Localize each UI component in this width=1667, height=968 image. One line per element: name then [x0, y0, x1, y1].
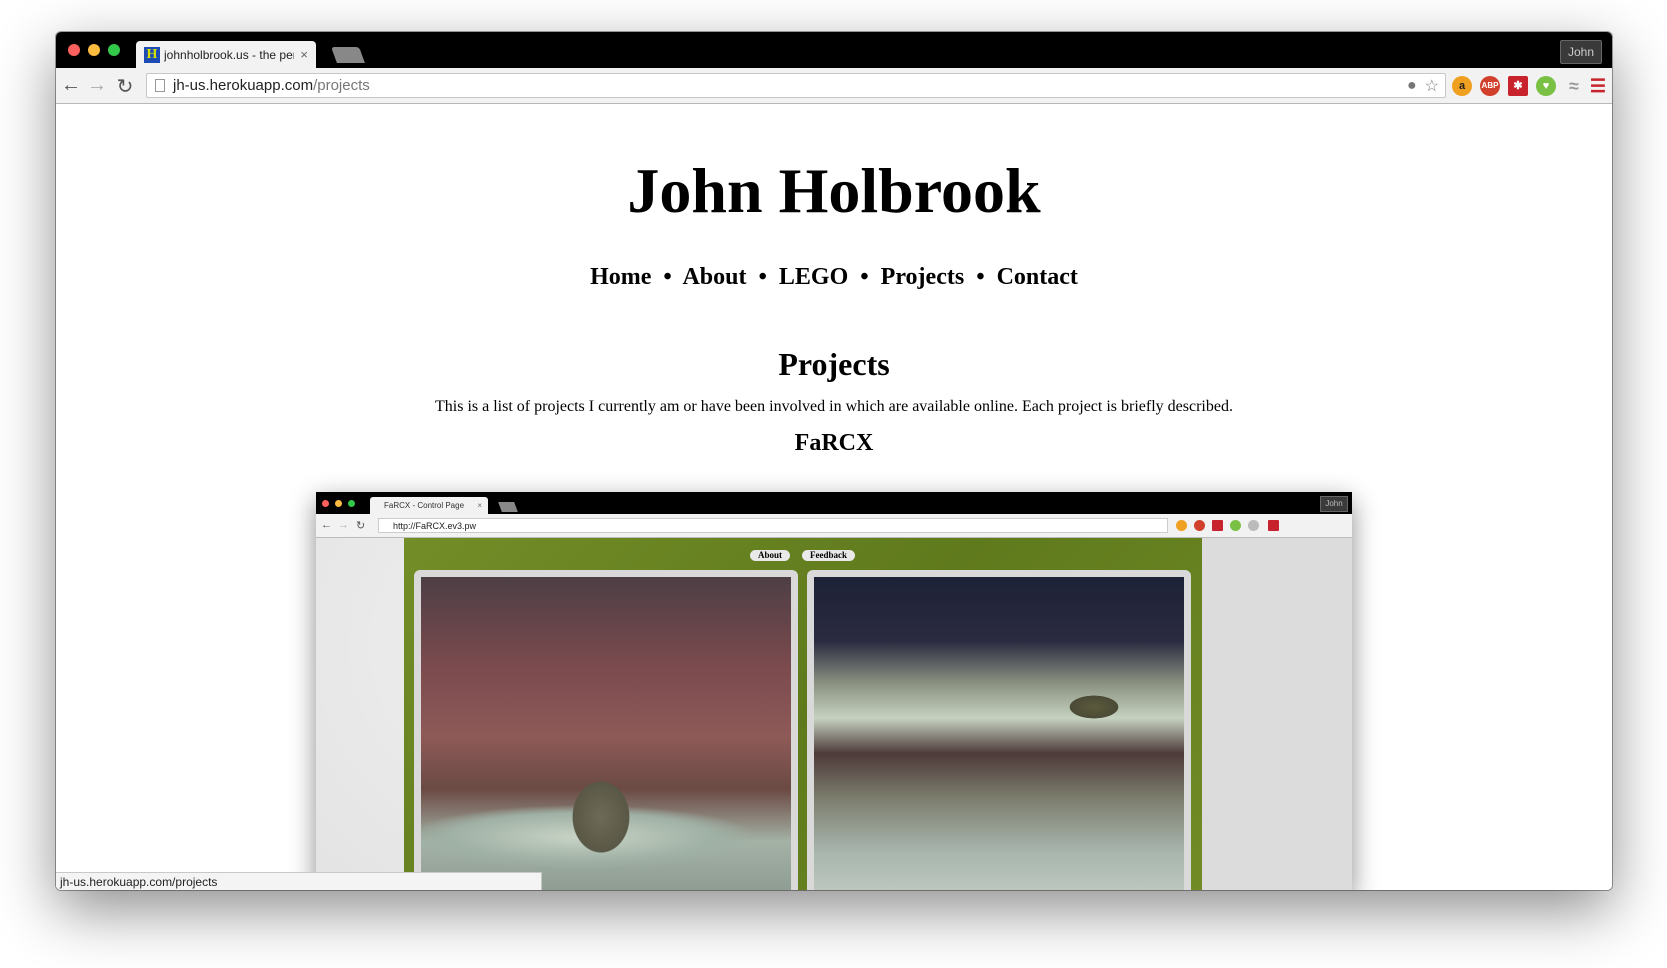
intro-text: This is a list of projects I currently a… — [435, 398, 1233, 415]
screenshot-tab-close-icon: × — [477, 501, 482, 510]
screenshot-zoom-light — [348, 500, 355, 507]
nav-contact[interactable]: Contact — [997, 264, 1078, 290]
evernote-icon[interactable]: ♥ — [1536, 76, 1556, 96]
minimize-window-button[interactable] — [88, 44, 100, 56]
screenshot-evernote-icon — [1230, 520, 1241, 531]
farcx-feedback-button: Feedback — [802, 550, 855, 561]
page-icon — [155, 79, 165, 92]
profile-button[interactable]: John — [1560, 40, 1602, 64]
screenshot-address-bar: http://FaRCX.ev3.pw — [378, 518, 1168, 533]
status-bar: jh-us.herokuapp.com/projects — [56, 872, 542, 890]
omnibox-actions: ● ☆ — [1407, 76, 1445, 96]
back-arrow-icon[interactable]: ← — [60, 74, 82, 97]
farcx-content-area: About Feedback — [404, 538, 1202, 890]
camera-panel-left — [414, 570, 798, 890]
section-title: Projects — [778, 346, 890, 382]
screenshot-profile: John — [1320, 496, 1348, 512]
address-bar[interactable]: jh-us.herokuapp.com/projects ● ☆ — [146, 73, 1446, 98]
adblock-plus-icon[interactable]: ABP — [1480, 76, 1500, 96]
lightbulb-icon[interactable]: ● — [1407, 77, 1417, 95]
nav-separator: • — [663, 264, 672, 290]
screenshot-lastpass-icon — [1212, 520, 1223, 531]
reload-icon[interactable]: ↻ — [114, 74, 136, 99]
screenshot-abp-icon — [1194, 520, 1205, 531]
screenshot-reload-icon: ↻ — [356, 520, 366, 532]
nav-home[interactable]: Home — [590, 264, 651, 290]
forward-arrow-icon[interactable]: → — [86, 74, 108, 97]
nav-lego[interactable]: LEGO — [779, 264, 848, 290]
browser-toolbar: ← → ↻ jh-us.herokuapp.com/projects ● ☆ a… — [56, 68, 1612, 104]
camera-feed-right — [814, 577, 1184, 890]
lastpass-icon[interactable]: ✱ — [1508, 76, 1528, 96]
nav-about[interactable]: About — [682, 264, 746, 290]
screenshot-amazon-icon — [1176, 520, 1187, 531]
screenshot-forward-icon: → — [338, 519, 349, 531]
screenshot-page: About Feedback — [316, 538, 1352, 890]
farcx-screenshot[interactable]: FaRCX - Control Page × John ← → ↻ http:/… — [316, 492, 1352, 890]
screenshot-minimize-light — [335, 500, 342, 507]
browser-window: H johnholbrook.us - the pers × John ← → … — [56, 32, 1612, 890]
screenshot-pocket-icon — [1248, 520, 1259, 531]
nav-separator: • — [758, 264, 767, 290]
new-tab-button[interactable] — [331, 47, 365, 63]
site-favicon-icon: H — [144, 46, 160, 63]
nav-projects[interactable]: Projects — [881, 264, 965, 290]
url-host: jh-us.herokuapp.com — [173, 77, 314, 94]
screenshot-tab-title: FaRCX - Control Page — [384, 501, 465, 510]
menu-icon[interactable]: ☰ — [1588, 76, 1608, 96]
main-nav: Home • About • LEGO • Projects • Contact — [56, 264, 1612, 291]
screenshot-menu-icon — [1268, 520, 1279, 531]
url-path: /projects — [313, 77, 370, 94]
farcx-about-button: About — [750, 550, 791, 561]
tab-close-icon[interactable]: × — [300, 47, 308, 62]
tab-active[interactable]: H johnholbrook.us - the pers × — [136, 41, 316, 68]
page-viewport: John Holbrook Home • About • LEGO • Proj… — [56, 104, 1612, 890]
site-title: John Holbrook — [627, 155, 1041, 226]
url-text: jh-us.herokuapp.com/projects — [173, 77, 370, 94]
project-title: FaRCX — [794, 430, 874, 456]
screenshot-title-bar: FaRCX - Control Page × John — [316, 492, 1352, 514]
camera-feed-left — [421, 577, 791, 890]
bookmark-star-icon[interactable]: ☆ — [1425, 76, 1439, 96]
close-window-button[interactable] — [68, 44, 80, 56]
screenshot-back-icon: ← — [321, 519, 332, 531]
screenshot-new-tab — [498, 502, 518, 512]
amazon-icon[interactable]: a — [1452, 76, 1472, 96]
zoom-window-button[interactable] — [108, 44, 120, 56]
screenshot-close-light — [322, 500, 329, 507]
camera-panel-right — [807, 570, 1191, 890]
screenshot-toolbar: ← → ↻ http://FaRCX.ev3.pw — [316, 514, 1352, 538]
screenshot-tab: FaRCX - Control Page × — [370, 497, 488, 514]
pocket-icon[interactable]: ≈ — [1564, 76, 1584, 96]
nav-separator: • — [860, 264, 869, 290]
tab-title: johnholbrook.us - the pers — [164, 47, 295, 62]
title-bar: H johnholbrook.us - the pers × John — [56, 32, 1612, 68]
nav-separator: • — [976, 264, 985, 290]
